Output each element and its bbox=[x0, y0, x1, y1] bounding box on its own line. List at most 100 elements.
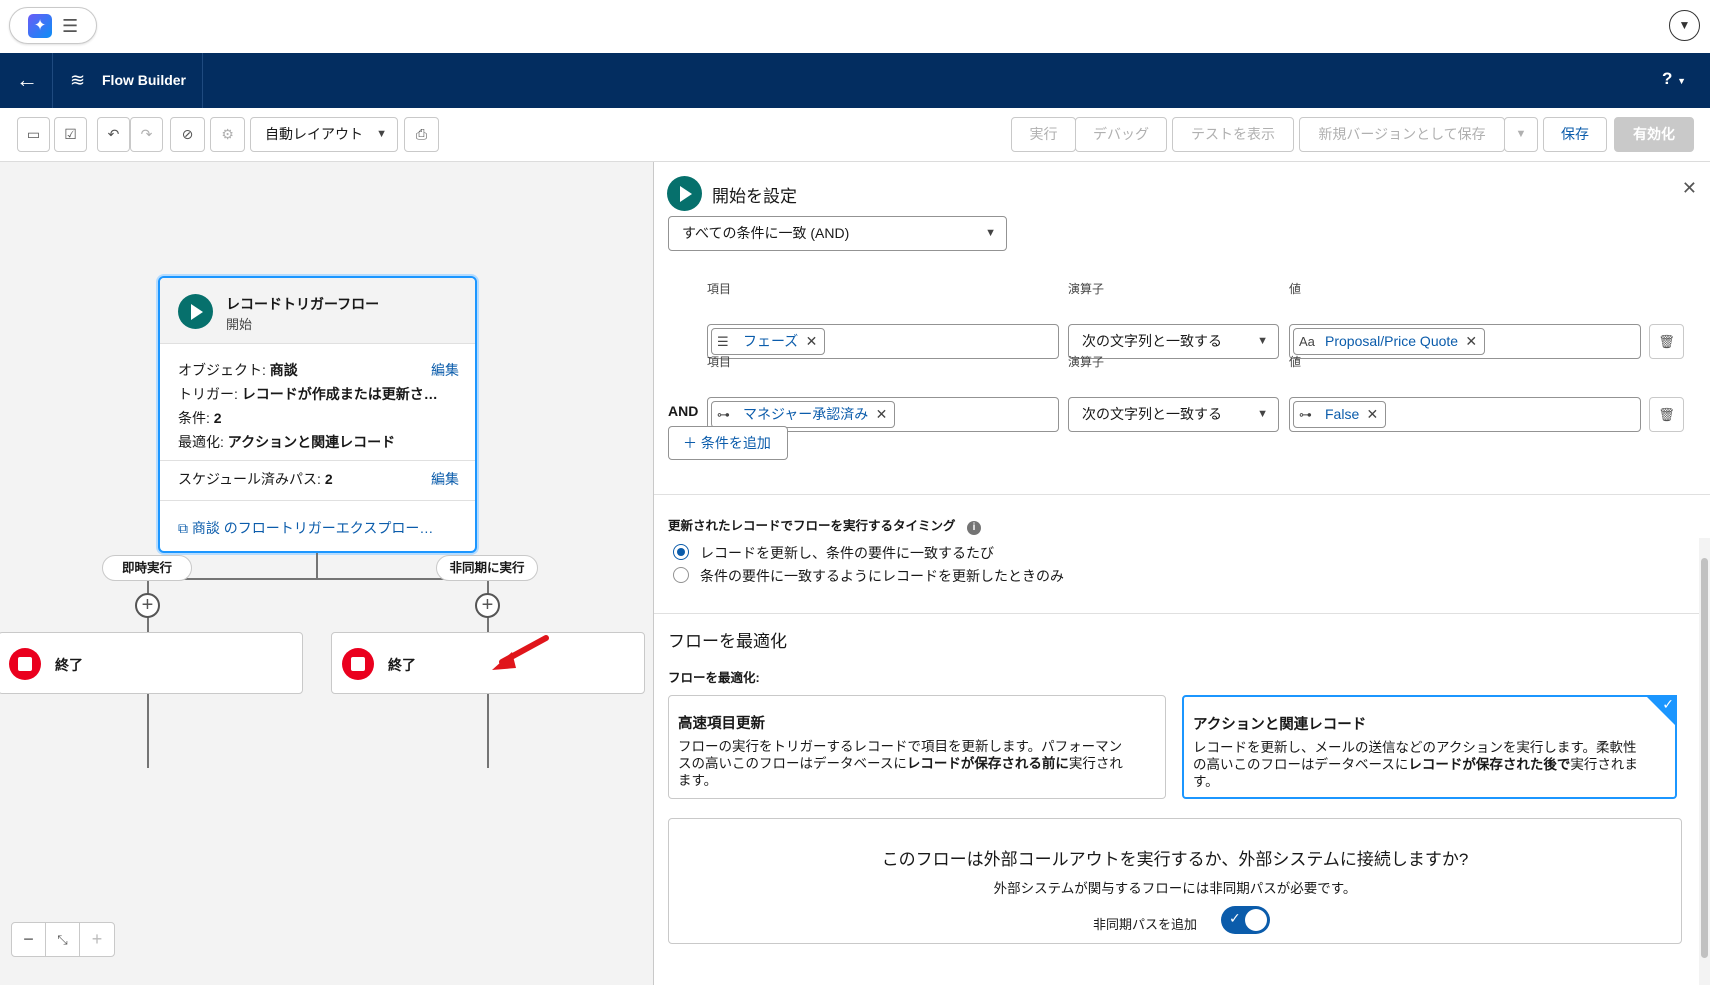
end-label: 終了 bbox=[55, 657, 83, 673]
trigger-value: レコードが作成または更新さ… bbox=[241, 386, 438, 402]
help-icon[interactable]: ? ▼ bbox=[1662, 69, 1686, 89]
conditions-value: 2 bbox=[213, 410, 222, 426]
chevron-down-icon[interactable]: ▼ bbox=[1669, 10, 1700, 41]
trigger-label: トリガー: bbox=[178, 386, 242, 402]
field-pill-text: フェーズ bbox=[743, 333, 799, 349]
option-desc-b: レコードが保存される前に bbox=[906, 756, 1069, 771]
divider bbox=[654, 613, 1710, 614]
boolean-type-icon: ⊶ bbox=[1299, 407, 1312, 422]
edit-scheduled-link[interactable]: 編集 bbox=[431, 469, 459, 489]
actions-related-records-option[interactable]: ✓ アクションと関連レコード レコードを更新し、メールの送信などのアクションを実… bbox=[1182, 695, 1677, 799]
redo-icon[interactable]: ↷ bbox=[130, 117, 163, 152]
and-label: AND bbox=[668, 403, 699, 419]
check-errors-icon[interactable]: ☑ bbox=[54, 117, 87, 152]
remove-icon[interactable]: ✕ bbox=[1367, 402, 1379, 427]
save-button[interactable]: 保存 bbox=[1543, 117, 1607, 152]
scrollbar-thumb[interactable] bbox=[1701, 558, 1708, 958]
timing-radio-only[interactable] bbox=[673, 567, 689, 583]
activate-button[interactable]: 有効化 bbox=[1614, 117, 1694, 152]
check-icon: ✓ bbox=[1662, 696, 1674, 712]
add-condition-text: 条件を追加 bbox=[700, 435, 771, 451]
divider bbox=[160, 500, 475, 501]
operator-select[interactable]: 次の文字列と一致する ▼ bbox=[1068, 397, 1279, 432]
delete-icon[interactable]: 🗑 bbox=[1649, 397, 1684, 432]
chevron-down-icon[interactable]: ▼ bbox=[1504, 117, 1538, 152]
remove-icon[interactable]: ✕ bbox=[1465, 329, 1477, 354]
field-pill[interactable]: ☰ フェーズ ✕ bbox=[711, 328, 826, 355]
flow-builder-nav: ← ≋ Flow Builder ? ▼ bbox=[0, 53, 1710, 108]
fit-view-icon[interactable]: ⤡ bbox=[46, 923, 80, 956]
toggle-toolbox-icon[interactable]: ▭ bbox=[17, 117, 50, 152]
layout-select-value: 自動レイアウト bbox=[265, 126, 363, 142]
conditions-req-select[interactable]: すべての条件に一致 (AND) ▼ bbox=[668, 216, 1007, 251]
save-as-new-button[interactable]: 新規バージョンとして保存 bbox=[1299, 117, 1505, 152]
optimize-label: フローを最適化: bbox=[668, 671, 760, 685]
app-header: ✦ ☰ ▼ bbox=[0, 0, 1710, 53]
optimize-label: 最適化: bbox=[178, 434, 228, 450]
edit-object-link[interactable]: 編集 bbox=[431, 360, 459, 380]
start-element[interactable]: レコードトリガーフロー 開始 オブジェクト: 商談 編集 トリガー: レコードが… bbox=[158, 276, 477, 553]
plus-icon: ＋ bbox=[683, 435, 701, 451]
debug-button[interactable]: デバッグ bbox=[1075, 117, 1167, 152]
app-launcher[interactable]: ✦ ☰ bbox=[9, 7, 97, 44]
value-input[interactable]: Aa Proposal/Price Quote ✕ bbox=[1289, 324, 1641, 359]
fast-field-updates-option[interactable]: 高速項目更新 フローの実行をトリガーするレコードで項目を更新します。パフォーマン… bbox=[668, 695, 1166, 799]
field-input[interactable]: ☰ フェーズ ✕ bbox=[707, 324, 1059, 359]
flow-canvas[interactable]: レコードトリガーフロー 開始 オブジェクト: 商談 編集 トリガー: レコードが… bbox=[0, 162, 653, 985]
end-element[interactable]: 終了 bbox=[0, 632, 303, 694]
show-tests-button[interactable]: テストを表示 bbox=[1172, 117, 1294, 152]
field-pill-text: マネジャー承認済み bbox=[743, 406, 869, 422]
field-label: 項目 bbox=[707, 355, 732, 369]
path-label-async[interactable]: 非同期に実行 bbox=[436, 555, 538, 581]
timing-option-label: 条件の要件に一致するようにレコードを更新したときのみ bbox=[700, 568, 1064, 584]
end-label: 終了 bbox=[388, 657, 416, 673]
path-label-immediate[interactable]: 即時実行 bbox=[102, 555, 192, 581]
chevron-down-icon: ▼ bbox=[1257, 408, 1268, 420]
chevron-down-icon: ▼ bbox=[985, 227, 996, 239]
object-label: オブジェクト: bbox=[178, 362, 270, 378]
delete-icon[interactable]: 🗑 bbox=[1649, 324, 1684, 359]
value-pill[interactable]: Aa Proposal/Price Quote ✕ bbox=[1293, 328, 1486, 355]
printer-icon[interactable]: ⎙ bbox=[404, 117, 439, 152]
timing-radio-every[interactable] bbox=[673, 544, 689, 560]
cancel-icon[interactable]: ⊘ bbox=[170, 117, 205, 152]
operator-label: 演算子 bbox=[1068, 355, 1105, 369]
nav-divider bbox=[52, 53, 53, 108]
field-pill[interactable]: ⊶ マネジャー承認済み ✕ bbox=[711, 401, 896, 428]
panel-title: 開始を設定 bbox=[712, 187, 797, 206]
add-element-icon[interactable]: + bbox=[135, 593, 160, 618]
remove-icon[interactable]: ✕ bbox=[876, 402, 888, 427]
picklist-icon: ☰ bbox=[717, 334, 729, 349]
checkbox-type-icon: ⊶ bbox=[717, 407, 730, 422]
remove-icon[interactable]: ✕ bbox=[806, 329, 818, 354]
play-icon bbox=[667, 176, 702, 211]
run-button[interactable]: 実行 bbox=[1011, 117, 1076, 152]
chevron-down-icon: ▼ bbox=[1257, 335, 1268, 347]
zoom-in-icon[interactable]: + bbox=[80, 923, 114, 956]
add-condition-button[interactable]: ＋ 条件を追加 bbox=[668, 426, 788, 460]
layout-select[interactable]: 自動レイアウト ▼ bbox=[250, 117, 398, 152]
scrollbar[interactable] bbox=[1699, 538, 1710, 985]
trigger-explorer-link[interactable]: ⧉ 商談 のフロートリガーエクスプロー… bbox=[178, 518, 433, 538]
external-sub: 外部システムが関与するフローには非同期パスが必要です。 bbox=[993, 881, 1357, 896]
chevron-down-icon: ▼ bbox=[376, 128, 387, 140]
end-element[interactable]: 終了 bbox=[331, 632, 645, 694]
properties-panel: 開始を設定 ✕ 条件の要件 すべての条件に一致 (AND)▼ 項目 演算子 値 … bbox=[653, 162, 1710, 985]
value-input[interactable]: ⊶ False ✕ bbox=[1289, 397, 1641, 432]
external-systems-box: このフローは外部コールアウトを実行するか、外部システムに接続しますか? 外部シス… bbox=[668, 818, 1682, 944]
check-icon: ✓ bbox=[1229, 910, 1241, 926]
gear-icon[interactable]: ⚙ bbox=[210, 117, 245, 152]
add-element-icon[interactable]: + bbox=[475, 593, 500, 618]
agentforce-logo-icon: ✦ bbox=[28, 14, 52, 38]
close-icon[interactable]: ✕ bbox=[1682, 178, 1697, 199]
timing-label-text: 更新されたレコードでフローを実行するタイミング bbox=[668, 519, 956, 533]
object-row: オブジェクト: 商談 bbox=[178, 360, 298, 380]
undo-icon[interactable]: ↶ bbox=[97, 117, 130, 152]
timing-option-label: レコードを更新し、条件の要件に一致するたび bbox=[700, 545, 994, 561]
back-arrow-icon[interactable]: ← bbox=[16, 67, 38, 93]
info-icon[interactable]: i bbox=[967, 521, 981, 535]
flow-icon: ≋ bbox=[70, 70, 86, 90]
value-pill[interactable]: ⊶ False ✕ bbox=[1293, 401, 1387, 428]
zoom-out-icon[interactable]: − bbox=[12, 923, 46, 956]
async-toggle[interactable]: ✓ bbox=[1221, 906, 1270, 934]
